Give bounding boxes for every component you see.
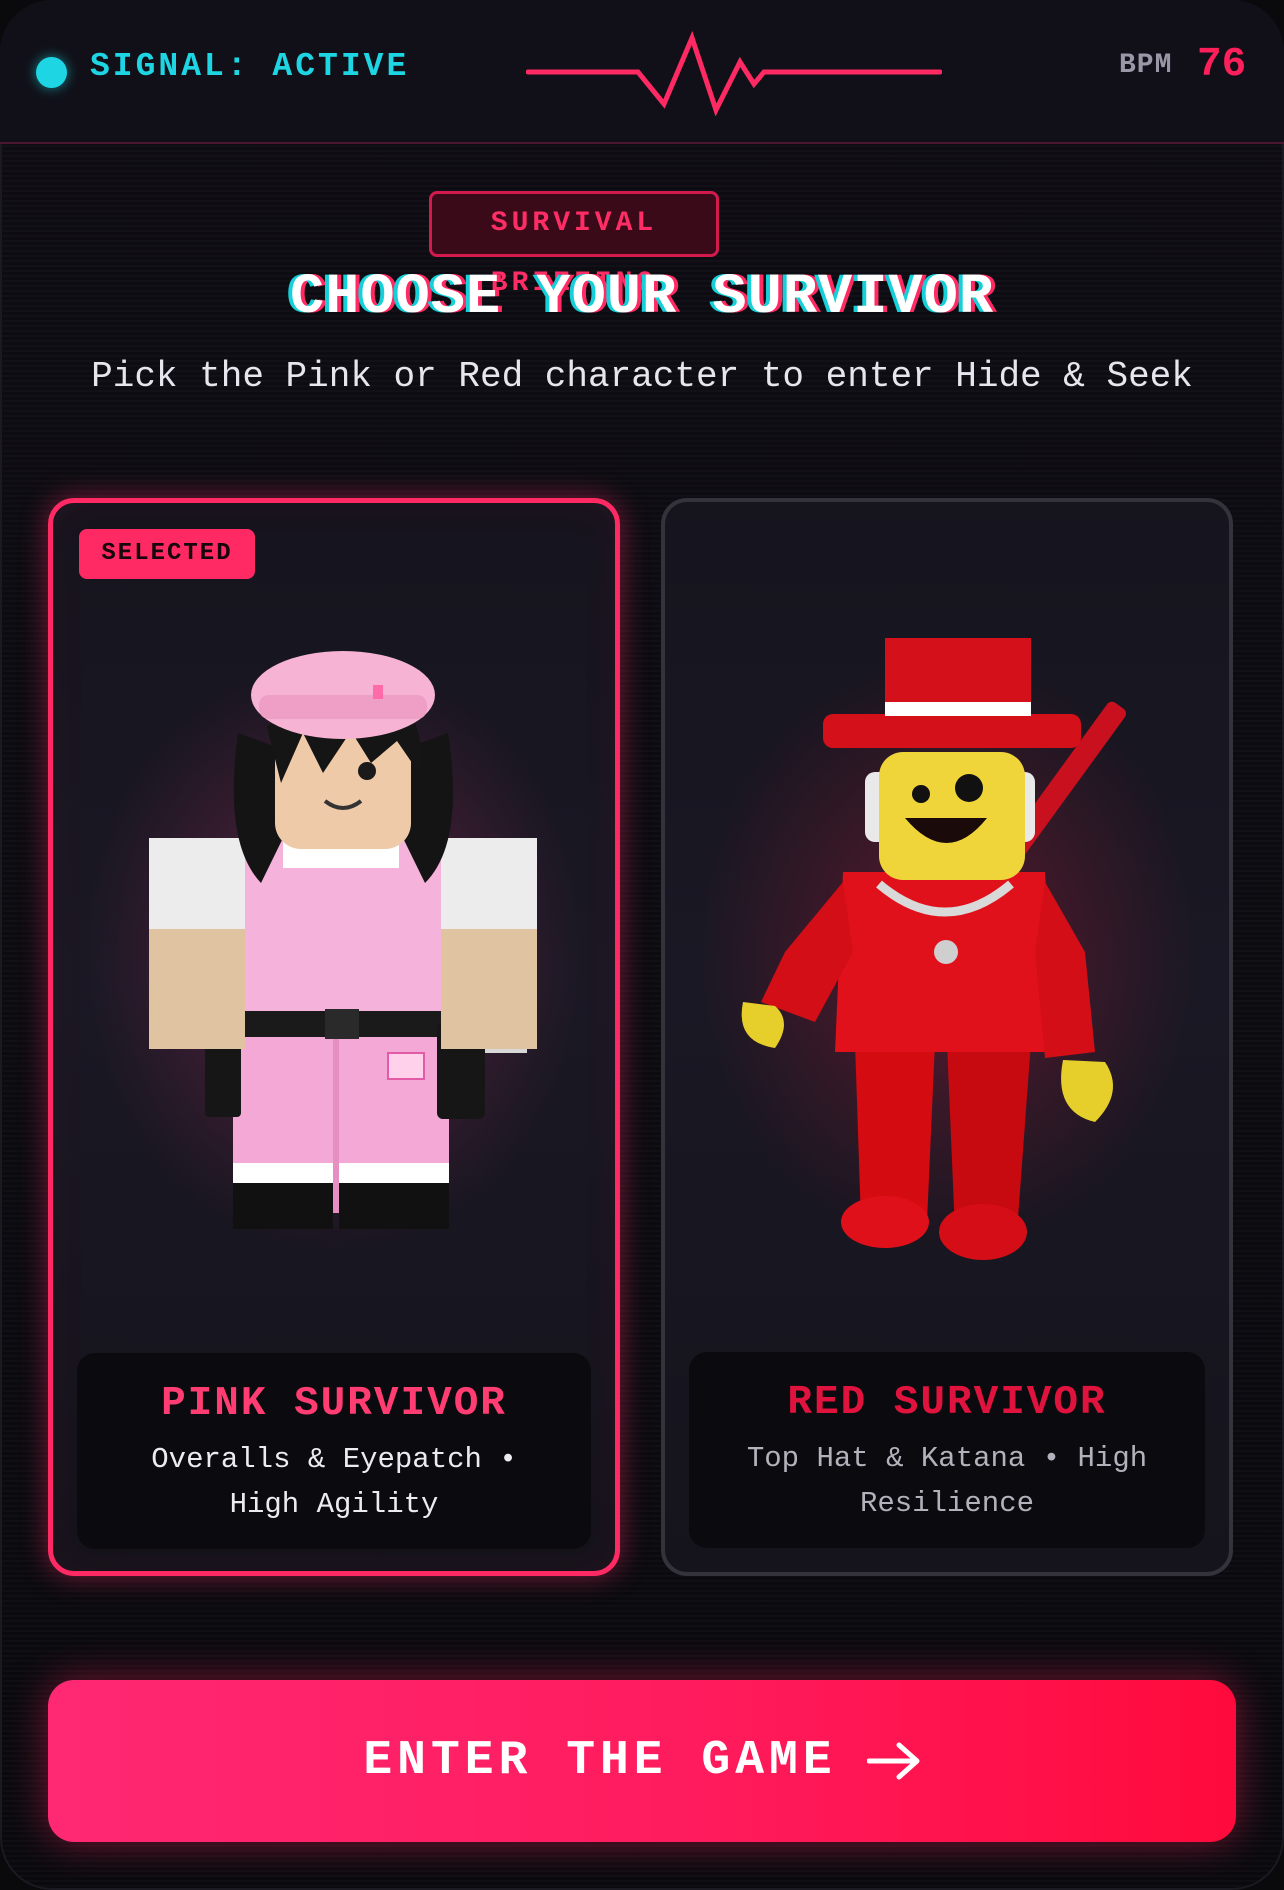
heartbeat-pulse-icon [526,30,942,116]
selected-badge: SELECTED [79,529,255,579]
pink-survivor-avatar [84,651,584,1253]
pink-survivor-info: PINK SURVIVOR Overalls & Eyepatch • High… [77,1353,591,1549]
page-title: CHOOSE YOUR SURVIVOR [289,266,995,330]
pink-survivor-card[interactable]: SELECTED PINK SURVIVOR Overalls & Eyepat… [48,498,620,1576]
red-survivor-info: RED SURVIVOR Top Hat & Katana • High Res… [689,1352,1205,1548]
red-survivor-name: RED SURVIVOR [787,1380,1107,1426]
enter-game-button[interactable]: ENTER THE GAME [48,1680,1236,1842]
bpm-value: 76 [1197,42,1247,88]
page-subtitle: Pick the Pink or Red character to enter … [91,356,1193,397]
pink-survivor-description: Overalls & Eyepatch • High Agility [151,1443,517,1521]
status-bar: SIGNAL: ACTIVE BPM 76 [0,0,1284,144]
signal-status-label: SIGNAL: ACTIVE [90,48,410,85]
pink-survivor-name: PINK SURVIVOR [161,1381,507,1427]
red-survivor-description: Top Hat & Katana • High Resilience [746,1442,1148,1520]
enter-game-label: ENTER THE GAME [363,1734,837,1788]
bpm-label: BPM [1119,50,1173,81]
app-screen: SIGNAL: ACTIVE BPM 76 SURVIVAL BRIEFING … [0,0,1284,1890]
red-survivor-avatar [697,638,1197,1260]
survival-briefing-badge: SURVIVAL BRIEFING [429,191,719,299]
signal-indicator-icon [36,57,67,88]
arrow-right-icon [866,1742,920,1780]
red-survivor-card[interactable]: RED SURVIVOR Top Hat & Katana • High Res… [661,498,1233,1576]
